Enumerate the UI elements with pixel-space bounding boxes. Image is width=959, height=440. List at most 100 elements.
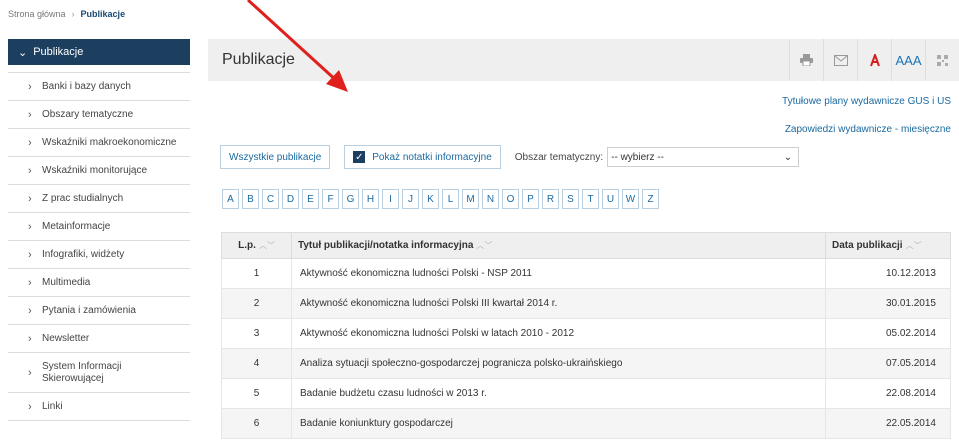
sidebar-item[interactable]: › Wskaźniki monitorujące — [8, 157, 190, 185]
sidebar-item-label: Obszary tematyczne — [42, 108, 134, 120]
row-title-link[interactable]: Aktywność ekonomiczna ludności Polski II… — [291, 288, 826, 319]
breadcrumb-home[interactable]: Strona główna — [8, 9, 66, 19]
table-row[interactable]: 3 Aktywność ekonomiczna ludności Polski … — [221, 318, 951, 349]
table-row[interactable]: 2 Aktywność ekonomiczna ludności Polski … — [221, 288, 951, 319]
font-size-button[interactable]: AAA — [891, 39, 925, 81]
letter-button[interactable]: I — [382, 189, 399, 209]
sidebar: ⌄ Publikacje › Banki i bazy danych › Obsza… — [8, 39, 190, 421]
row-lp: 2 — [221, 288, 292, 319]
letter-button[interactable]: Z — [642, 189, 659, 209]
email-button[interactable] — [823, 39, 857, 81]
breadcrumb: Strona główna › Publikacje — [8, 9, 125, 19]
letter-button[interactable]: O — [502, 189, 519, 209]
show-notes-toggle[interactable]: ✓ Pokaż notatki informacyjne — [344, 145, 501, 169]
table-row[interactable]: 4 Analiza sytuacji społeczno-gospodarcze… — [221, 348, 951, 379]
sidebar-item[interactable]: › Pytania i zamówienia — [8, 297, 190, 325]
row-date: 30.01.2015 — [825, 288, 951, 319]
row-date: 22.08.2014 — [825, 378, 951, 409]
sidebar-list: › Banki i bazy danych › Obszary tematyczne… — [8, 72, 190, 421]
letter-button[interactable]: C — [262, 189, 279, 209]
topic-select[interactable]: -- wybierz -- ⌄ — [607, 147, 800, 167]
sidebar-item-label: Wskaźniki monitorujące — [42, 164, 148, 176]
chevron-right-icon: › — [28, 366, 32, 379]
breadcrumb-current[interactable]: Publikacje — [81, 9, 126, 19]
letter-button[interactable]: T — [582, 189, 599, 209]
letter-button[interactable]: F — [322, 189, 339, 209]
letter-button[interactable]: S — [562, 189, 579, 209]
letter-button[interactable]: U — [602, 189, 619, 209]
sidebar-item-label: Linki — [42, 400, 63, 412]
letter-button[interactable]: L — [442, 189, 459, 209]
table-row[interactable]: 5 Badanie budżetu czasu ludności w 2013 … — [221, 378, 951, 409]
header-title-label: Tytuł publikacji/notatka informacyjna — [298, 240, 474, 251]
row-title-link[interactable]: Badanie budżetu czasu ludności w 2013 r. — [291, 378, 826, 409]
sidebar-item[interactable]: › Metainformacje — [8, 213, 190, 241]
alphabet-filter: A B C D E F G H I J K L M N O P R S T U … — [222, 189, 659, 209]
sidebar-item-label: Z prac studialnych — [42, 192, 124, 204]
letter-button[interactable]: N — [482, 189, 499, 209]
sidebar-item[interactable]: › Banki i bazy danych — [8, 73, 190, 101]
letter-button[interactable]: G — [342, 189, 359, 209]
row-date: 10.12.2013 — [825, 258, 951, 289]
sidebar-item[interactable]: › Obszary tematyczne — [8, 101, 190, 129]
qr-code-icon — [937, 54, 948, 66]
sidebar-item[interactable]: › Linki — [8, 393, 190, 421]
chevron-right-icon: › — [28, 276, 32, 289]
publishing-plans-link[interactable]: Tytułowe plany wydawnicze GUS i US — [782, 96, 951, 107]
sidebar-item-label: Banki i bazy danych — [42, 80, 131, 92]
sidebar-active-label: Publikacje — [33, 46, 84, 58]
row-date: 05.02.2014 — [825, 318, 951, 349]
column-header-lp[interactable]: L.p. ︿﹀ — [221, 232, 292, 259]
topic-selected-value: -- wybierz -- — [611, 151, 664, 163]
letter-button[interactable]: W — [622, 189, 639, 209]
column-header-date[interactable]: Data publikacji ︿﹀ — [825, 232, 951, 259]
letter-button[interactable]: B — [242, 189, 259, 209]
chevron-right-icon: › — [28, 400, 32, 413]
letter-button[interactable]: H — [362, 189, 379, 209]
sidebar-item[interactable]: › Infografiki, widżety — [8, 241, 190, 269]
letter-button[interactable]: K — [422, 189, 439, 209]
topic-filter: Obszar tematyczny: -- wybierz -- ⌄ — [515, 147, 800, 167]
table-row[interactable]: 1 Aktywność ekonomiczna ludności Polski … — [221, 258, 951, 289]
chevron-right-icon: › — [28, 220, 32, 233]
check-icon[interactable]: ✓ — [353, 151, 366, 163]
filters-bar: Wszystkie publikacje ✓ Pokaż notatki inf… — [220, 145, 800, 169]
letter-button[interactable]: A — [222, 189, 239, 209]
sidebar-item[interactable]: › Z prac studialnych — [8, 185, 190, 213]
mail-icon — [833, 54, 848, 66]
main-content: Publikacje AAA Tytułowe plany wydawnicze… — [208, 39, 959, 439]
sidebar-item[interactable]: › Wskaźniki makroekonomiczne — [8, 129, 190, 157]
sidebar-item[interactable]: › Newsletter — [8, 325, 190, 353]
print-button[interactable] — [789, 39, 823, 81]
table-row[interactable]: 6 Badanie koniunktury gospodarczej 22.05… — [221, 408, 951, 439]
column-header-title[interactable]: Tytuł publikacji/notatka informacyjna ︿﹀ — [291, 232, 826, 259]
letter-button[interactable]: R — [542, 189, 559, 209]
letter-button[interactable]: J — [402, 189, 419, 209]
chevron-right-icon: › — [28, 80, 32, 93]
row-date: 07.05.2014 — [825, 348, 951, 379]
row-lp: 1 — [221, 258, 292, 289]
sidebar-item-label: System Informacji Skierowującej — [42, 360, 122, 384]
letter-button[interactable]: D — [282, 189, 299, 209]
sort-icon[interactable]: ︿﹀ — [476, 241, 492, 250]
chevron-down-icon: ⌄ — [783, 151, 793, 163]
chevron-right-icon: › — [28, 136, 32, 149]
all-publications-button[interactable]: Wszystkie publikacje — [220, 145, 331, 169]
row-title-link[interactable]: Aktywność ekonomiczna ludności Polski - … — [291, 258, 826, 289]
sidebar-item[interactable]: › Multimedia — [8, 269, 190, 297]
chevron-down-icon: ⌄ — [18, 46, 28, 59]
row-title-link[interactable]: Analiza sytuacji społeczno-gospodarczej … — [291, 348, 826, 379]
letter-button[interactable]: M — [462, 189, 479, 209]
announcements-link[interactable]: Zapowiedzi wydawnicze - miesięczne — [785, 124, 951, 135]
sidebar-item[interactable]: › System Informacji Skierowującej — [8, 353, 190, 393]
letter-button[interactable]: P — [522, 189, 539, 209]
chevron-right-icon: › — [28, 332, 32, 345]
row-title-link[interactable]: Aktywność ekonomiczna ludności Polski w … — [291, 318, 826, 349]
sidebar-item-publikacje[interactable]: ⌄ Publikacje — [8, 39, 190, 65]
row-title-link[interactable]: Badanie koniunktury gospodarczej — [291, 408, 826, 439]
sort-icon[interactable]: ︿﹀ — [259, 241, 275, 250]
sort-icon[interactable]: ︿﹀ — [906, 241, 922, 250]
pdf-button[interactable] — [857, 39, 891, 81]
qr-code-button[interactable] — [925, 39, 959, 81]
letter-button[interactable]: E — [302, 189, 319, 209]
